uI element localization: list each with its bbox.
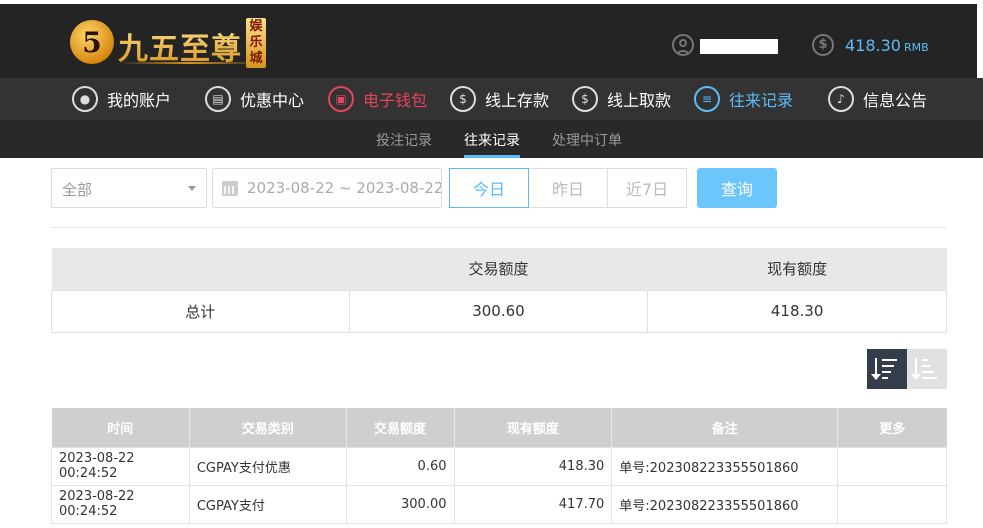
username-redacted bbox=[700, 39, 778, 54]
column-header[interactable]: 时间 bbox=[51, 408, 190, 447]
brand-logo[interactable]: 5 九五至尊 娱乐城 bbox=[70, 16, 266, 72]
nav-label: 电子钱包 bbox=[363, 91, 428, 110]
nav-label: 信息公告 bbox=[863, 91, 928, 110]
transaction-type-select[interactable]: 全部 bbox=[51, 168, 207, 208]
user-avatar-icon[interactable] bbox=[672, 34, 694, 56]
summary-current-amount: 418.30 bbox=[647, 289, 947, 333]
tab-bet-records[interactable]: 投注记录 bbox=[376, 130, 432, 150]
nav-online-deposit[interactable]: $ 线上存款 bbox=[450, 83, 549, 115]
summary-header: 现有额度 bbox=[647, 248, 947, 290]
column-header[interactable]: 交易类别 bbox=[189, 408, 347, 447]
bell-icon: ♪ bbox=[828, 86, 854, 112]
summary-header-row: 交易额度 现有额度 bbox=[51, 248, 947, 290]
withdraw-icon: $ bbox=[572, 86, 598, 112]
sort-desc-icon bbox=[871, 358, 900, 380]
nav-online-withdraw[interactable]: $ 线上取款 bbox=[572, 83, 671, 115]
nav-label: 往来记录 bbox=[729, 91, 794, 110]
table-row[interactable]: 2023-08-22 00:24:52 CGPAY支付 300.00 417.7… bbox=[51, 484, 947, 524]
sort-ascending-button[interactable] bbox=[907, 349, 947, 389]
nav-label: 优惠中心 bbox=[240, 91, 305, 110]
cell-balance: 418.30 bbox=[453, 446, 613, 486]
records-header-row: 时间 交易类别 交易额度 现有额度 备注 更多 bbox=[51, 408, 947, 447]
search-button[interactable]: 查询 bbox=[697, 168, 777, 208]
summary-row: 总计 300.60 418.30 bbox=[51, 289, 947, 333]
select-value: 全部 bbox=[62, 181, 93, 199]
brand-sub: 娱乐城 bbox=[246, 18, 266, 68]
tab-pending-orders[interactable]: 处理中订单 bbox=[552, 130, 622, 150]
cell-balance: 417.70 bbox=[453, 484, 613, 524]
balance-icon: $ bbox=[812, 34, 834, 56]
calendar-icon bbox=[222, 181, 238, 196]
records-icon: ≡ bbox=[694, 86, 720, 112]
sort-asc-icon bbox=[911, 358, 940, 380]
nav-promotions[interactable]: ▤ 优惠中心 bbox=[205, 83, 304, 115]
nav-e-wallet[interactable]: ▣ 电子钱包 bbox=[328, 83, 427, 115]
nav-label: 我的账户 bbox=[107, 91, 172, 110]
logo-mark: 5 bbox=[70, 20, 114, 64]
date-range-value: 2023-08-22 ~ 2023-08-22 bbox=[247, 179, 442, 197]
main-nav: ● 我的账户 ▤ 优惠中心 ▣ 电子钱包 $ 线上存款 $ 线上取款 ≡ 往来记… bbox=[0, 78, 983, 120]
cell-note: 单号:202308223355501860 bbox=[611, 484, 839, 524]
records-table: 时间 交易类别 交易额度 现有额度 备注 更多 2023-08-22 00:24… bbox=[51, 408, 947, 524]
column-header[interactable]: 备注 bbox=[611, 408, 839, 447]
column-header[interactable]: 更多 bbox=[837, 408, 947, 447]
sub-nav: 投注记录 往来记录 处理中订单 bbox=[0, 120, 983, 158]
cell-time: 2023-08-22 00:24:52 bbox=[51, 484, 190, 524]
nav-label: 线上存款 bbox=[485, 91, 550, 110]
quick-yesterday-button[interactable]: 昨日 bbox=[528, 168, 608, 208]
tab-transaction-records[interactable]: 往来记录 bbox=[464, 130, 520, 158]
account-balance: 418.30 RMB bbox=[845, 36, 929, 55]
column-header[interactable]: 交易额度 bbox=[346, 408, 455, 447]
cell-amount: 0.60 bbox=[345, 446, 455, 486]
nav-transaction-records[interactable]: ≡ 往来记录 bbox=[694, 83, 793, 115]
gift-icon: ▤ bbox=[205, 86, 231, 112]
top-header: 5 九五至尊 娱乐城 $ 418.30 RMB bbox=[0, 0, 983, 82]
summary-header bbox=[51, 248, 350, 290]
deposit-icon: $ bbox=[450, 86, 476, 112]
logo-ornament bbox=[118, 62, 264, 64]
column-header[interactable]: 现有额度 bbox=[454, 408, 613, 447]
summary-header: 交易额度 bbox=[349, 248, 648, 290]
date-range-input[interactable]: 2023-08-22 ~ 2023-08-22 bbox=[212, 168, 442, 208]
cell-type: CGPAY支付 bbox=[188, 484, 347, 524]
user-icon: ● bbox=[72, 86, 98, 112]
chevron-down-icon bbox=[188, 186, 196, 191]
quick-7days-button[interactable]: 近7日 bbox=[607, 168, 687, 208]
balance-amount: 418.30 bbox=[845, 36, 901, 55]
divider bbox=[51, 227, 947, 228]
summary-label: 总计 bbox=[51, 289, 350, 333]
nav-my-account[interactable]: ● 我的账户 bbox=[72, 83, 171, 115]
cell-time: 2023-08-22 00:24:52 bbox=[51, 446, 190, 486]
nav-announcements[interactable]: ♪ 信息公告 bbox=[828, 83, 927, 115]
balance-currency: RMB bbox=[903, 41, 929, 54]
cell-more[interactable] bbox=[837, 446, 947, 486]
cell-more[interactable] bbox=[837, 484, 947, 524]
quick-today-button[interactable]: 今日 bbox=[449, 168, 529, 208]
summary-table: 交易额度 现有额度 总计 300.60 418.30 bbox=[51, 248, 947, 333]
nav-label: 线上取款 bbox=[607, 91, 672, 110]
cell-amount: 300.00 bbox=[345, 484, 455, 524]
wallet-icon: ▣ bbox=[328, 86, 354, 112]
sort-descending-button[interactable] bbox=[867, 349, 907, 389]
cell-note: 单号:202308223355501860 bbox=[611, 446, 839, 486]
cell-type: CGPAY支付优惠 bbox=[188, 446, 347, 486]
summary-transaction-amount: 300.60 bbox=[348, 289, 649, 333]
table-row[interactable]: 2023-08-22 00:24:52 CGPAY支付优惠 0.60 418.3… bbox=[51, 446, 947, 486]
